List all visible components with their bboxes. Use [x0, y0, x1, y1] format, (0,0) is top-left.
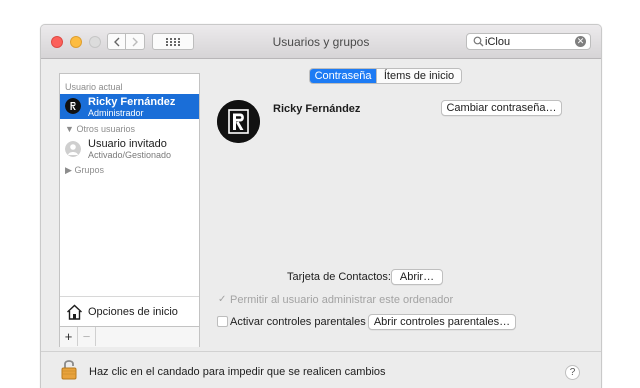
contacts-card-label: Tarjeta de Contactos: — [287, 271, 391, 283]
tab-login-items[interactable]: Ítems de inicio — [376, 69, 461, 83]
other-users-disclosure[interactable]: ▼ Otros usuarios — [65, 124, 135, 134]
user-full-name: Ricky Fernández — [273, 103, 361, 115]
help-button[interactable]: ? — [565, 365, 580, 380]
checkmark-icon: ✓ — [218, 294, 227, 305]
disclosure-right-icon: ▶ — [65, 165, 72, 175]
user-picture[interactable] — [217, 100, 260, 143]
search-icon — [473, 36, 484, 47]
search-field[interactable]: ✕ — [466, 33, 591, 50]
clear-icon[interactable]: ✕ — [575, 36, 586, 47]
user-avatar-icon — [65, 98, 81, 114]
tab-bar: Contraseña Ítems de inicio — [309, 68, 462, 84]
login-options-item[interactable]: Opciones de inicio — [66, 302, 194, 322]
current-user-role: Administrador — [88, 108, 144, 118]
parental-controls-label: Activar controles parentales — [230, 316, 366, 328]
sidebar-bottom-bar: + − — [60, 326, 199, 347]
disclosure-down-icon: ▼ — [65, 124, 74, 134]
remove-user-button[interactable]: − — [78, 327, 96, 346]
add-user-button[interactable]: + — [60, 327, 78, 346]
open-parental-controls-button[interactable]: Abrir controles parentales… — [368, 314, 516, 330]
groups-disclosure[interactable]: ▶ Grupos — [65, 165, 104, 176]
sidebar-item-current-user[interactable]: Ricky Fernández Administrador — [60, 94, 199, 119]
tab-password[interactable]: Contraseña — [310, 69, 376, 83]
guest-avatar-icon — [65, 141, 81, 157]
search-input[interactable] — [485, 34, 571, 49]
sidebar-item-guest-user[interactable]: Usuario invitado Activado/Gestionado — [60, 136, 199, 162]
change-password-button[interactable]: Cambiar contraseña… — [441, 100, 562, 116]
sidebar-divider — [60, 296, 199, 297]
parental-controls-checkbox[interactable] — [217, 316, 228, 327]
house-icon — [67, 304, 82, 320]
current-user-heading: Usuario actual — [65, 82, 123, 92]
login-options-label: Opciones de inicio — [88, 306, 178, 318]
guest-user-status: Activado/Gestionado — [88, 150, 172, 160]
open-contacts-button[interactable]: Abrir… — [391, 269, 443, 285]
guest-user-name: Usuario invitado — [88, 138, 167, 150]
users-sidebar: Usuario actual Ricky Fernández Administr… — [59, 73, 200, 347]
preferences-window: Usuarios y grupos ✕ Usuario actual Ricky… — [40, 24, 602, 388]
current-user-name: Ricky Fernández — [88, 96, 176, 108]
allow-admin-label: Permitir al usuario administrar este ord… — [230, 294, 454, 306]
title-bar: Usuarios y grupos ✕ — [41, 25, 601, 59]
footer-divider — [41, 351, 601, 352]
groups-heading: Grupos — [74, 165, 104, 175]
lock-icon[interactable] — [61, 358, 79, 380]
lock-status-text: Haz clic en el candado para impedir que … — [89, 366, 386, 378]
other-users-heading: Otros usuarios — [76, 124, 135, 134]
